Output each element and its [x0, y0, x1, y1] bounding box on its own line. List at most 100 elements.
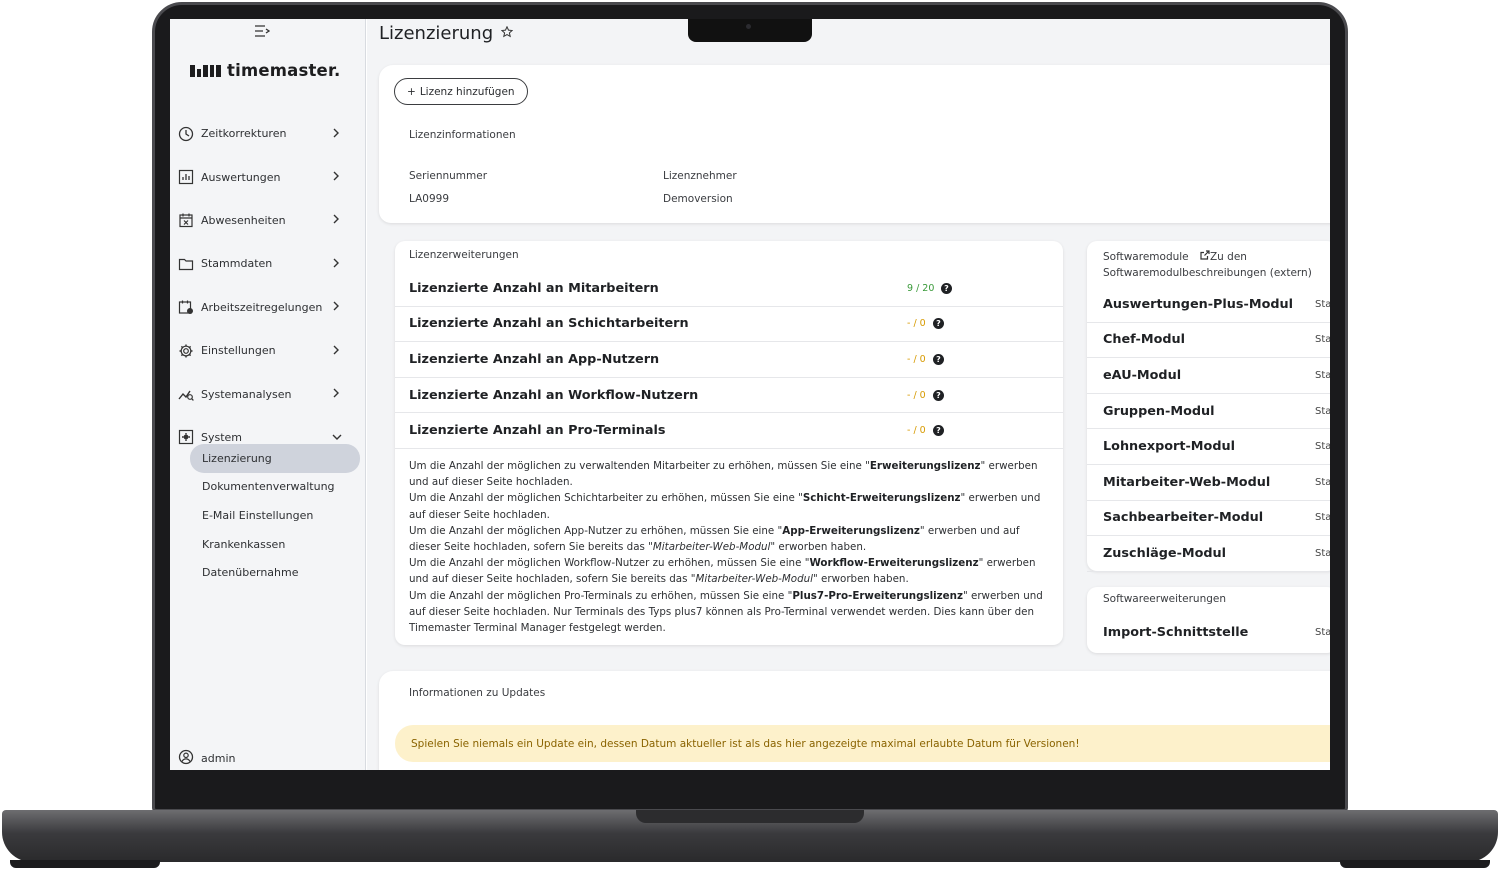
page-title-text: Lizenzierung: [379, 23, 494, 44]
sidebar-item-abwesenheiten[interactable]: Abwesenheiten: [170, 199, 366, 242]
chevron-right-icon: [332, 300, 340, 314]
laptop-foot-left: [10, 860, 160, 868]
system-sub-nav: Lizenzierung Dokumentenverwaltung E-Mail…: [190, 444, 360, 587]
chevron-right-icon: [332, 127, 340, 141]
module-name: Mitarbeiter-Web-Modul: [1103, 474, 1271, 490]
license-info-title: Lizenzinformationen: [409, 129, 516, 141]
camera-icon: [746, 24, 751, 29]
module-name: Auswertungen-Plus-Modul: [1103, 296, 1294, 312]
module-row: Sachbearbeiter-Modul Sta: [1087, 501, 1330, 537]
module-status: Sta: [1315, 512, 1330, 524]
modules-title-text: Softwaremodule: [1103, 251, 1189, 263]
extension-name: Lizenzierte Anzahl an Pro-Terminals: [409, 423, 666, 439]
extension-count: - / 0: [907, 425, 926, 437]
calendar-clock-icon: [178, 299, 194, 315]
logo-mark-icon: [190, 64, 221, 77]
module-status: Sta: [1315, 405, 1330, 417]
module-status: Sta: [1315, 298, 1330, 310]
external-link[interactable]: [1200, 249, 1210, 265]
sidebar-item-systemanalysen[interactable]: Systemanalysen: [170, 372, 366, 415]
extension-count: - / 0: [907, 318, 926, 330]
sidebar-subitem-email-einstellungen[interactable]: E-Mail Einstellungen: [190, 501, 360, 530]
licensee-value: Demoversion: [663, 193, 733, 205]
laptop-foot-right: [1340, 860, 1490, 868]
sidebar-nav: Zeitkorrekturen Auswertungen Abwesenheit…: [170, 112, 366, 459]
extension-row: Lizenzierte Anzahl an Pro-Terminals - / …: [395, 413, 1063, 449]
updates-title: Informationen zu Updates: [409, 687, 546, 699]
update-warning-banner: Spielen Sie niemals ein Update ein, dess…: [395, 725, 1330, 762]
camera-notch: [688, 19, 812, 42]
serial-value: LA0999: [409, 193, 449, 205]
module-row: eAU-Modul Sta: [1087, 358, 1330, 394]
sidebar-item-label: Arbeitszeitregelungen: [201, 300, 323, 314]
sidebar-subitem-datenuebernahme[interactable]: Datenübernahme: [190, 558, 360, 587]
help-icon[interactable]: ?: [933, 425, 944, 437]
chevron-right-icon: [332, 344, 340, 358]
extension-count: 9 / 20: [907, 282, 935, 294]
chevron-right-icon: [332, 257, 340, 271]
software-extensions-title: Softwareerweiterungen: [1103, 593, 1227, 605]
sidebar-item-label: Zeitkorrekturen: [201, 127, 287, 141]
add-license-label: Lizenz hinzufügen: [419, 85, 515, 98]
sidebar-item-label: Systemanalysen: [201, 387, 292, 401]
module-name: Lohnexport-Modul: [1103, 439, 1235, 455]
sidebar-subitem-krankenkassen[interactable]: Krankenkassen: [190, 530, 360, 559]
extension-count: - / 0: [907, 353, 926, 365]
sidebar-item-label: System: [201, 430, 243, 444]
extensions-description: Um die Anzahl der möglichen zu verwalten…: [409, 460, 1043, 635]
user-name: admin: [201, 752, 236, 765]
plus-icon: +: [407, 85, 416, 98]
external-link-icon: [1200, 249, 1210, 265]
user-circle-icon: [178, 749, 194, 768]
user-menu[interactable]: admin: [178, 749, 235, 768]
module-row: Lohnexport-Modul Sta: [1087, 429, 1330, 465]
software-modules-card: Softwaremodule Zu den Softwaremodulbesch…: [1087, 241, 1330, 572]
module-row: Import-Schnittstelle Sta: [1087, 615, 1330, 651]
licensee-label: Lizenznehmer: [663, 170, 737, 182]
logo[interactable]: timemaster.: [190, 61, 340, 80]
extensions-title: Lizenzerweiterungen: [409, 249, 519, 261]
chevron-right-icon: [332, 387, 340, 401]
extension-count: - / 0: [907, 389, 926, 401]
star-icon[interactable]: [500, 25, 514, 42]
chart-icon: [178, 169, 194, 185]
sidebar-item-zeitkorrekturen[interactable]: Zeitkorrekturen: [170, 112, 366, 155]
calendar-x-icon: [178, 212, 194, 228]
main-content: Lizenzierung + Lizenz hinzufügen Lizenzi…: [367, 19, 1330, 770]
sidebar-item-stammdaten[interactable]: Stammdaten: [170, 242, 366, 285]
gear-icon: [178, 343, 194, 359]
extension-name: Lizenzierte Anzahl an App-Nutzern: [409, 351, 660, 367]
sidebar-subitem-dokumentenverwaltung[interactable]: Dokumentenverwaltung: [190, 473, 360, 502]
module-status: Sta: [1315, 476, 1330, 488]
module-name: Import-Schnittstelle: [1103, 625, 1249, 641]
module-status: Sta: [1315, 334, 1330, 346]
folder-icon: [178, 256, 194, 272]
serial-label: Seriennummer: [409, 170, 488, 182]
help-icon[interactable]: ?: [933, 318, 944, 330]
sidebar-item-arbeitszeitregelungen[interactable]: Arbeitszeitregelungen: [170, 286, 366, 329]
sidebar-item-auswertungen[interactable]: Auswertungen: [170, 155, 366, 198]
sidebar-item-label: Abwesenheiten: [201, 213, 286, 227]
extension-name: Lizenzierte Anzahl an Workflow-Nutzern: [409, 387, 699, 403]
extension-row: Lizenzierte Anzahl an Workflow-Nutzern -…: [395, 378, 1063, 414]
help-icon[interactable]: ?: [933, 353, 944, 365]
help-icon[interactable]: ?: [941, 282, 952, 294]
menu-collapse-icon[interactable]: [254, 25, 271, 39]
module-name: eAU-Modul: [1103, 367, 1182, 383]
add-license-button[interactable]: + Lizenz hinzufügen: [394, 78, 528, 105]
clock-icon: [178, 126, 194, 142]
sidebar-item-label: Auswertungen: [201, 170, 281, 184]
extension-name: Lizenzierte Anzahl an Schichtarbeitern: [409, 316, 689, 332]
sidebar-item-einstellungen[interactable]: Einstellungen: [170, 329, 366, 372]
help-icon[interactable]: ?: [933, 389, 944, 401]
chevron-right-icon: [332, 170, 340, 184]
sidebar-subitem-lizenzierung[interactable]: Lizenzierung: [190, 444, 360, 473]
logo-text: timemaster.: [227, 61, 341, 80]
module-name: Gruppen-Modul: [1103, 403, 1215, 419]
sidebar-item-label: Einstellungen: [201, 344, 276, 358]
sidebar: timemaster. Zeitkorrekturen Auswertungen…: [170, 19, 366, 770]
module-row: Chef-Modul Sta: [1087, 323, 1330, 359]
modules-title: Softwaremodule Zu den Softwaremodulbesch…: [1103, 249, 1330, 281]
sidebar-item-label: Stammdaten: [201, 257, 273, 271]
module-name: Zuschläge-Modul: [1103, 545, 1227, 561]
